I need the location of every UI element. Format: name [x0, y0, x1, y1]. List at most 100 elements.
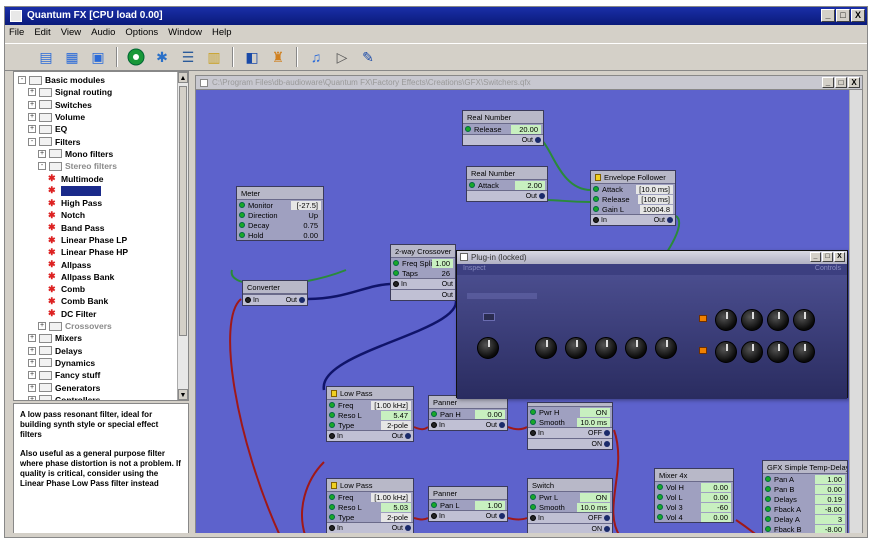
- expand-icon[interactable]: +: [28, 100, 36, 109]
- output-port[interactable]: [604, 441, 610, 447]
- tree-module[interactable]: ✱ Allpass Bank: [14, 271, 178, 283]
- output-port[interactable]: [499, 513, 505, 519]
- collapse-icon[interactable]: -: [38, 162, 46, 171]
- save-icon[interactable]: ▣: [87, 46, 109, 68]
- expand-icon[interactable]: +: [28, 113, 36, 122]
- tree-folder[interactable]: + Fancy stuff: [14, 369, 178, 381]
- node-switch-2[interactable]: Switch Pwr L ON Smooth 10.0 ms In OFF ON: [527, 478, 613, 535]
- plugin-controls-label[interactable]: Controls: [815, 265, 841, 274]
- menu-file[interactable]: File: [9, 27, 24, 40]
- knob-top-2[interactable]: [741, 309, 763, 331]
- param-value[interactable]: [-27.5]: [291, 200, 321, 210]
- param-value[interactable]: 5.47: [381, 410, 411, 420]
- tree-module[interactable]: ✱ Band Pass: [14, 222, 178, 234]
- input-port[interactable]: [329, 433, 335, 439]
- tree-folder[interactable]: + EQ: [14, 123, 178, 135]
- output-port[interactable]: [604, 430, 610, 436]
- param-value[interactable]: [100 ms]: [638, 194, 673, 204]
- node-gfx-temp-delay[interactable]: GFX Simple Temp-Delay Pan A 1.00 Pan B 0.0…: [762, 460, 848, 535]
- tree-module[interactable]: ✱ Multimode: [14, 172, 178, 184]
- output-port[interactable]: [604, 515, 610, 521]
- param-value[interactable]: 0.00: [701, 512, 731, 522]
- tree-folder[interactable]: + Mixers: [14, 332, 178, 344]
- node-converter[interactable]: Converter In Out: [242, 280, 308, 306]
- node-envelope-follower[interactable]: Envelope Follower Attack [10.0 ms] Releas…: [590, 170, 676, 226]
- output-port[interactable]: [539, 193, 545, 199]
- expand-icon[interactable]: +: [28, 395, 36, 400]
- tree-folder[interactable]: + Controllers: [14, 394, 178, 400]
- node-title[interactable]: Low Pass: [327, 387, 413, 400]
- green-globe-icon[interactable]: [125, 46, 147, 68]
- menu-edit[interactable]: Edit: [34, 27, 50, 40]
- list-icon[interactable]: ☰: [177, 46, 199, 68]
- param-value[interactable]: 2.00: [515, 180, 545, 190]
- input-port[interactable]: [431, 422, 437, 428]
- new-icon[interactable]: ▤: [35, 46, 57, 68]
- param-value[interactable]: -60: [701, 502, 731, 512]
- tree-module[interactable]: ✱: [14, 185, 178, 197]
- tree-folder[interactable]: + Dynamics: [14, 357, 178, 369]
- expand-icon[interactable]: +: [28, 383, 36, 392]
- node-switch-1[interactable]: Pwr H ON Smooth 10.0 ms In OFF ON: [527, 402, 613, 450]
- param-value[interactable]: 20.00: [511, 124, 541, 134]
- collapse-icon[interactable]: -: [18, 76, 26, 85]
- tree-module[interactable]: ✱ Allpass: [14, 258, 178, 270]
- param-value[interactable]: ON: [580, 407, 610, 417]
- expand-icon[interactable]: +: [38, 149, 46, 158]
- param-value[interactable]: 3: [815, 514, 845, 524]
- tree-module[interactable]: ✱ Notch: [14, 209, 178, 221]
- node-2-way-crossover[interactable]: 2-way Crossover Freq Split 1.00 Taps 26 In…: [390, 244, 456, 301]
- tool-icon[interactable]: ♜: [267, 46, 289, 68]
- tree-module[interactable]: ✱ Comb Bank: [14, 295, 178, 307]
- knob-2[interactable]: [565, 337, 587, 359]
- plugin-inspect-label[interactable]: Inspect: [463, 265, 486, 274]
- node-title[interactable]: Switch: [528, 479, 612, 492]
- tree-folder[interactable]: - Stereo filters: [14, 160, 178, 172]
- node-title[interactable]: Real Number: [463, 111, 543, 124]
- param-value[interactable]: 0.00: [701, 482, 731, 492]
- param-value[interactable]: 0.19: [815, 494, 845, 504]
- node-panner-1[interactable]: Panner Pan H 0.00 In Out: [428, 395, 508, 431]
- input-port[interactable]: [245, 297, 251, 303]
- expand-icon[interactable]: +: [28, 125, 36, 134]
- tree-scrollbar[interactable]: ▲ ▼: [177, 72, 188, 400]
- menu-view[interactable]: View: [61, 27, 81, 40]
- param-value[interactable]: 1.00: [432, 258, 453, 268]
- output-port[interactable]: [667, 217, 673, 223]
- tree-scroll-thumb[interactable]: [179, 86, 187, 336]
- expand-icon[interactable]: +: [28, 358, 36, 367]
- expand-icon[interactable]: +: [28, 88, 36, 97]
- plugin-minimize-button[interactable]: _: [810, 252, 821, 262]
- node-mixer-4x[interactable]: Mixer 4x Vol H 0.00 Vol L 0.00 Vol 3 -60 Vo…: [654, 468, 734, 523]
- expand-icon[interactable]: +: [28, 346, 36, 355]
- expand-icon[interactable]: +: [38, 322, 46, 331]
- param-value[interactable]: Up: [291, 211, 321, 220]
- puzzle-icon[interactable]: ✱: [151, 46, 173, 68]
- node-title[interactable]: Envelope Follower: [591, 171, 675, 184]
- param-value[interactable]: [1.00 kHz]: [371, 400, 411, 410]
- tree-module[interactable]: ✱ Linear Phase LP: [14, 234, 178, 246]
- knob-3[interactable]: [595, 337, 617, 359]
- app-title-bar[interactable]: Quantum FX [CPU load 0.00] _ □ X: [5, 7, 867, 25]
- node-real-number-attack[interactable]: Real Number Attack 2.00 Out: [466, 166, 548, 202]
- tree-folder[interactable]: + Delays: [14, 345, 178, 357]
- node-title[interactable]: Real Number: [467, 167, 547, 180]
- param-value[interactable]: [10.0 ms]: [636, 184, 673, 194]
- node-title[interactable]: Meter: [237, 187, 323, 200]
- input-port[interactable]: [393, 281, 399, 287]
- param-value[interactable]: 10.0 ms: [577, 417, 610, 427]
- expand-icon[interactable]: +: [28, 334, 36, 343]
- knob-top-4[interactable]: [793, 309, 815, 331]
- output-port[interactable]: [499, 422, 505, 428]
- menu-window[interactable]: Window: [168, 27, 202, 40]
- param-value[interactable]: [1.00 kHz]: [371, 492, 411, 502]
- node-meter[interactable]: Meter Monitor [-27.5] Direction Up Decay 0.…: [236, 186, 324, 241]
- doc-minimize-button[interactable]: _: [822, 77, 834, 88]
- node-title[interactable]: GFX Simple Temp-Delay: [763, 461, 847, 474]
- param-value[interactable]: 0.00: [291, 231, 321, 240]
- canvas-scrollbar[interactable]: [849, 90, 862, 536]
- menu-audio[interactable]: Audio: [91, 27, 115, 40]
- plugin-close-button[interactable]: X: [834, 252, 845, 262]
- maximize-button[interactable]: □: [836, 9, 850, 22]
- output-port[interactable]: [535, 137, 541, 143]
